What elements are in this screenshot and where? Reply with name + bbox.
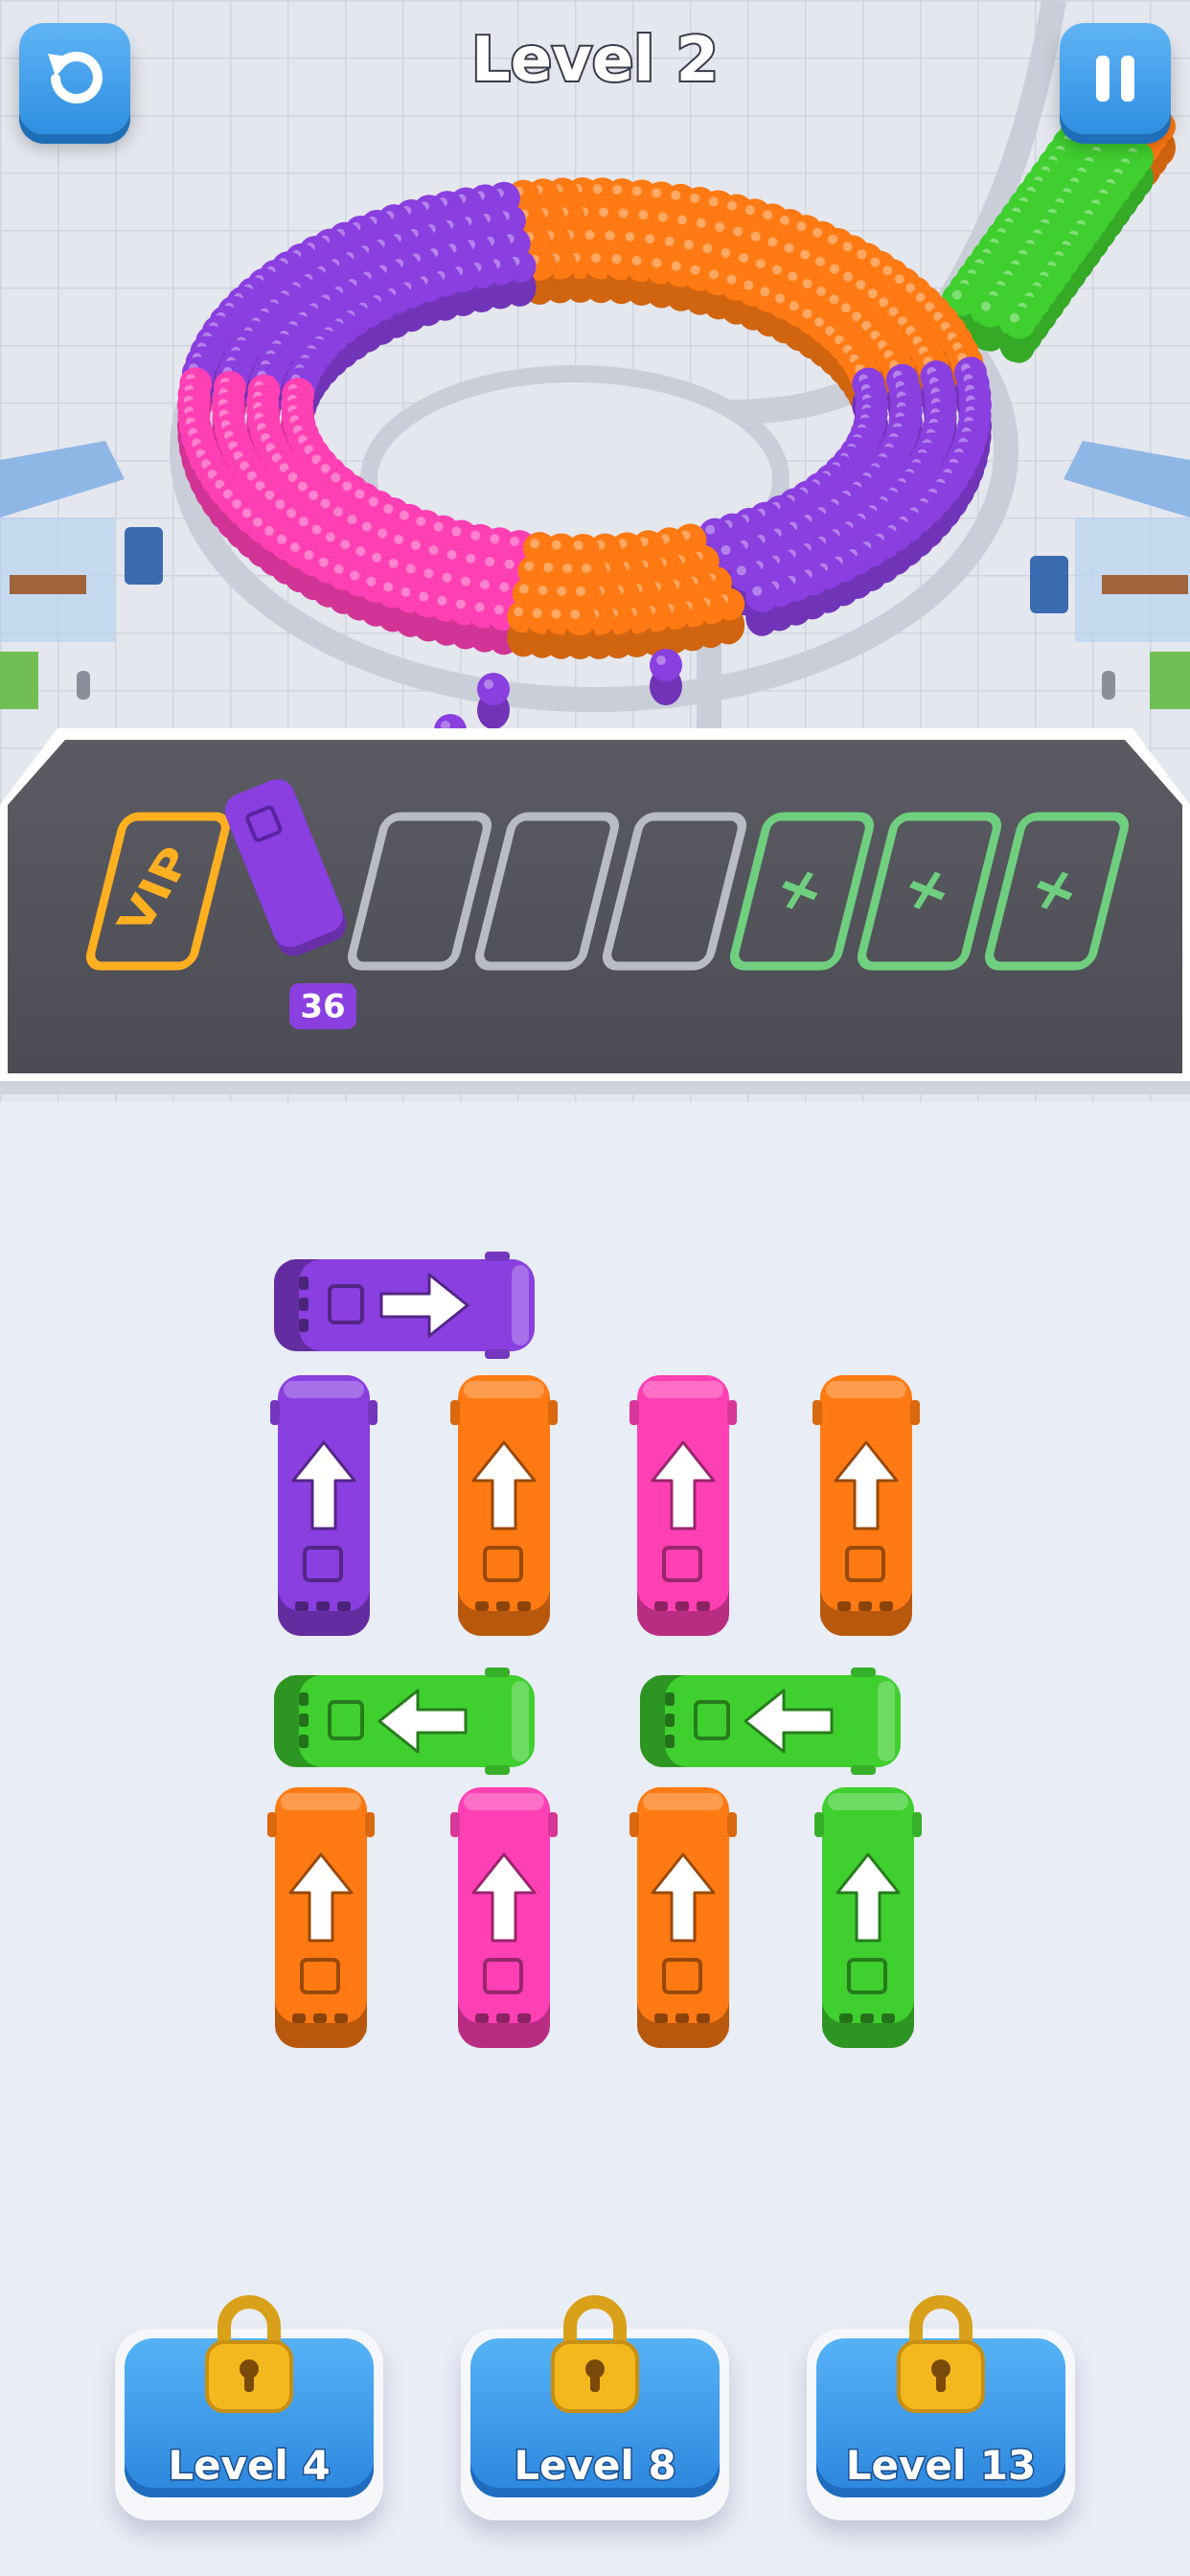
passenger-count-badge: 36 [289,983,356,1029]
level-title: Level 2 [469,23,721,98]
passenger-count: 36 [300,988,345,1026]
bus-8[interactable] [267,1787,375,2048]
unlock-level-8-button[interactable]: Level 8 [461,2295,729,2520]
passenger [745,579,779,636]
unlock-level-13-button[interactable]: Level 13 [807,2295,1075,2520]
bus-10[interactable] [629,1787,737,2048]
bus-7[interactable] [640,1668,901,1775]
game-scene: VIP + + +36 [0,0,1190,2576]
unlock-label: Level 4 [167,2441,332,2491]
bus-11[interactable] [814,1787,922,2048]
padlock-icon [195,2292,303,2417]
pause-button[interactable] [1060,23,1171,134]
bus-6[interactable] [274,1668,535,1775]
unlock-label: Level 13 [844,2441,1038,2491]
passenger [1002,306,1036,363]
bus-3[interactable] [450,1375,558,1636]
bus-5[interactable] [812,1375,920,1636]
unlock-label: Level 8 [513,2441,677,2491]
bus-1[interactable] [274,1252,535,1359]
passenger [650,649,682,705]
passenger [477,673,510,729]
pause-icon [1096,56,1134,102]
unlock-level-4-button[interactable]: Level 4 [115,2295,383,2520]
padlock-icon [887,2292,995,2417]
bus-4[interactable] [629,1375,737,1636]
bus-9[interactable] [450,1787,558,2048]
bus-2[interactable] [270,1375,378,1636]
passenger [563,602,597,659]
padlock-icon [541,2292,649,2417]
